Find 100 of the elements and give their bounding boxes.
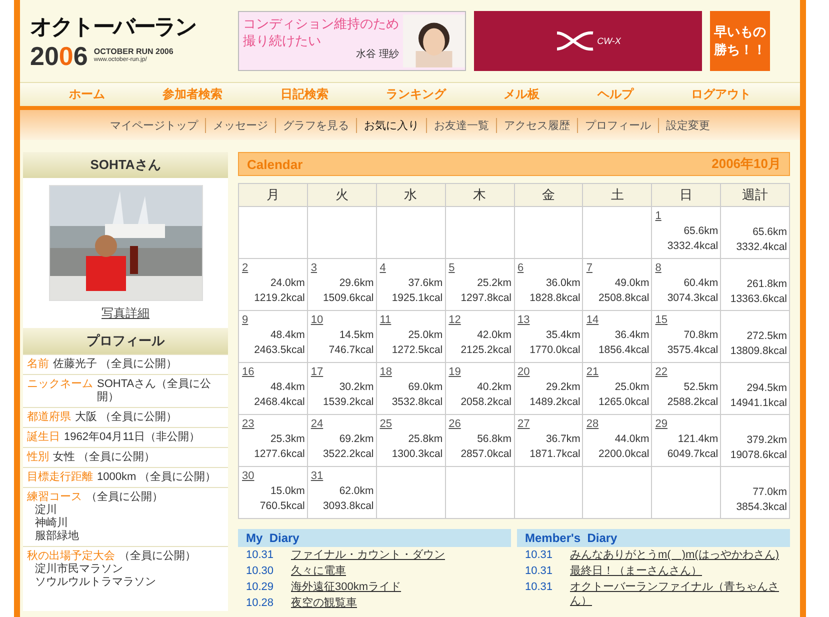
subnav-link[interactable]: お気に入り: [356, 118, 426, 132]
profile-value: 1000km （全員に公開）: [97, 471, 216, 484]
distance: 25.8km: [407, 432, 443, 447]
day-link[interactable]: 26: [448, 418, 461, 430]
day-link[interactable]: 14: [586, 314, 599, 326]
diary-link[interactable]: 最終日！（まーさんさん）: [570, 564, 702, 578]
distance: 65.6km: [752, 225, 787, 240]
photo-detail-link[interactable]: 写真詳細: [102, 305, 150, 322]
calories: 3332.4kcal: [666, 239, 718, 254]
calories: 1489.2kcal: [528, 395, 580, 410]
day-link[interactable]: 30: [242, 470, 254, 482]
calories: 3332.4kcal: [735, 240, 787, 255]
diary-link[interactable]: オクトーバーランファイナル（青ちゃんさん）: [570, 580, 782, 608]
diary-link[interactable]: 夜空の観覧車: [291, 596, 357, 610]
profile-label: 性別: [27, 451, 49, 464]
subnav-link[interactable]: 設定変更: [658, 118, 717, 132]
calories: 3575.4kcal: [666, 343, 718, 358]
subnav-link[interactable]: アクセス履歴: [496, 118, 577, 132]
calories: 1770.0kcal: [528, 343, 580, 358]
day-link[interactable]: 18: [380, 366, 392, 378]
banner-ad[interactable]: コンディション維持のため 撮り続けたい 水谷 理紗: [238, 11, 466, 71]
day-link[interactable]: 4: [380, 262, 386, 274]
calories: 1219.2kcal: [253, 291, 305, 306]
day-link[interactable]: 28: [586, 418, 599, 430]
day-link[interactable]: 10: [310, 314, 324, 326]
distance: 56.8km: [476, 432, 512, 447]
user-title: SOHTAさん: [23, 152, 228, 178]
day-link[interactable]: 9: [242, 314, 248, 326]
diary-link[interactable]: ファイナル・カウント・ダウン: [291, 548, 445, 562]
subnav-link[interactable]: マイページトップ: [103, 118, 205, 132]
day-link[interactable]: 25: [380, 418, 392, 430]
calories: 1272.5kcal: [390, 343, 443, 358]
day-link[interactable]: 5: [448, 262, 455, 274]
day-link[interactable]: 20: [518, 366, 530, 378]
day-link[interactable]: 1: [655, 210, 662, 222]
logo-year[interactable]: 2006: [30, 42, 88, 70]
logo-subtitle: OCTOBER RUN 2006: [94, 47, 174, 56]
profile-value: 佐藤光子 （全員に公開）: [53, 358, 178, 371]
diary-link[interactable]: 久々に電車: [291, 564, 346, 578]
distance: 60.4km: [682, 276, 718, 291]
calories: 2058.2kcal: [460, 395, 512, 410]
day-link[interactable]: 31: [310, 470, 324, 482]
day-link[interactable]: 3: [310, 262, 317, 274]
calories: 3093.8kcal: [322, 499, 374, 514]
day-link[interactable]: 21: [586, 366, 599, 378]
calories: 19078.6kcal: [729, 448, 787, 463]
ad-text: コンディション維持のため: [243, 15, 399, 32]
calories: 13809.8kcal: [729, 344, 787, 359]
day-link[interactable]: 17: [310, 366, 324, 378]
distance: 48.4km: [269, 380, 305, 395]
day-link[interactable]: 13: [518, 314, 530, 326]
profile-label: ニックネーム: [27, 378, 93, 392]
calories: 2463.5kcal: [253, 343, 305, 358]
diary-date: 10.31: [525, 548, 554, 562]
diary-date: 10.31: [525, 580, 554, 595]
profile-label: 誕生日: [27, 431, 60, 444]
day-link[interactable]: 29: [655, 418, 668, 430]
subnav-link[interactable]: メッセージ: [205, 118, 275, 132]
column-header: 火: [307, 184, 376, 206]
column-header: 金: [514, 184, 583, 206]
day-link[interactable]: 6: [518, 262, 524, 274]
calories: 2857.0kcal: [460, 447, 512, 462]
day-link[interactable]: 16: [242, 366, 254, 378]
distance: 69.2km: [338, 432, 374, 447]
day-link[interactable]: 7: [586, 262, 592, 274]
day-link[interactable]: 12: [448, 314, 461, 326]
distance: 14.5km: [338, 328, 374, 343]
calories: 1871.7kcal: [528, 447, 580, 462]
calories: 1856.4kcal: [597, 343, 650, 358]
day-link[interactable]: 27: [518, 418, 530, 430]
calories: 2508.8kcal: [597, 291, 650, 306]
day-link[interactable]: 2: [242, 262, 248, 274]
banner-ad[interactable]: CW-X: [474, 11, 702, 71]
diary-link[interactable]: みんなありがとうm( )m(はっやかわさん): [570, 548, 779, 562]
distance: 24.0km: [269, 276, 305, 291]
diary-section-title: My Diary: [238, 529, 511, 547]
profile-title: プロフィール: [23, 328, 228, 354]
day-link[interactable]: 19: [448, 366, 461, 378]
day-link[interactable]: 8: [655, 262, 662, 274]
subnav-link[interactable]: グラフを見る: [275, 118, 356, 132]
subnav-link[interactable]: お友達一覧: [426, 118, 496, 132]
day-link[interactable]: 23: [242, 418, 254, 430]
calories: 1265.0kcal: [597, 395, 650, 410]
diary-link[interactable]: 海外遠征300kmライド: [291, 580, 402, 594]
distance: 37.6km: [407, 276, 443, 291]
day-link[interactable]: 11: [380, 314, 392, 326]
day-link[interactable]: 24: [310, 418, 324, 430]
calories: 1300.3kcal: [390, 447, 443, 462]
calories: 2468.4kcal: [253, 395, 305, 410]
profile-label: 練習コース: [27, 491, 82, 504]
calories: 2200.0kcal: [597, 447, 650, 462]
brand-logo-icon: [555, 29, 596, 53]
column-header: 日: [652, 184, 721, 206]
subnav-link[interactable]: プロフィール: [577, 118, 658, 132]
day-link[interactable]: 22: [655, 366, 668, 378]
distance: 69.0km: [407, 380, 443, 395]
distance: 261.8km: [746, 277, 787, 292]
distance: 29.6km: [338, 276, 374, 291]
logo-title[interactable]: オクトーバーラン: [30, 12, 230, 42]
day-link[interactable]: 15: [655, 314, 668, 326]
